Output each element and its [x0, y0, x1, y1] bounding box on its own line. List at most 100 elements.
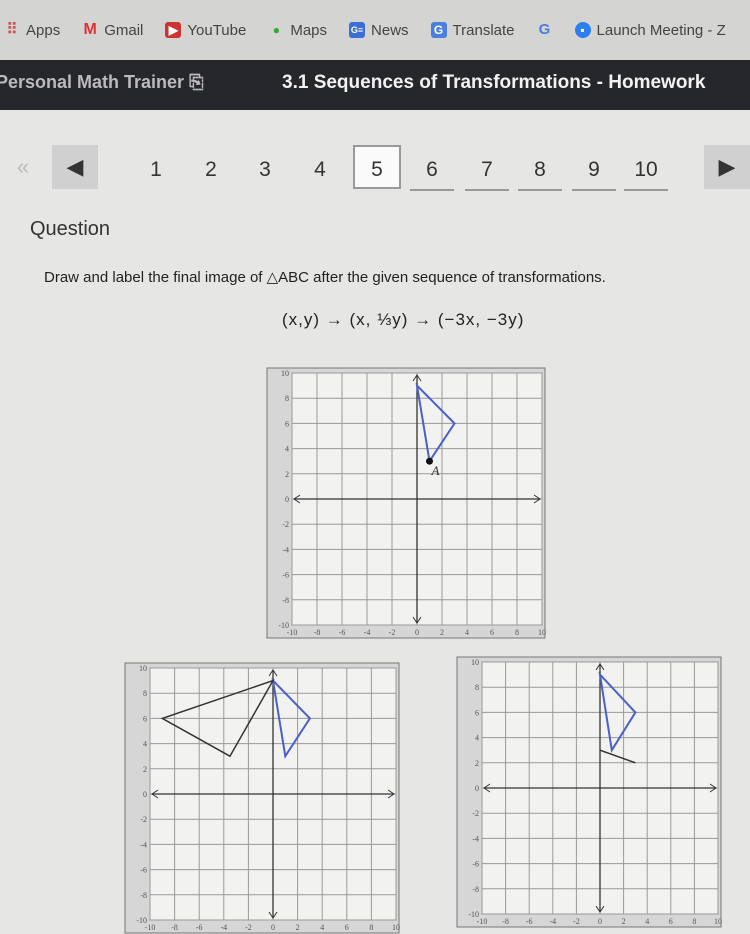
page-9[interactable]: 9	[572, 145, 616, 191]
page-6[interactable]: 6	[410, 145, 454, 191]
assignment-title: 3.1 Sequences of Transformations - Homew…	[282, 72, 706, 93]
x-tick-label: -4	[220, 923, 227, 932]
x-tick-label: 10	[538, 628, 546, 637]
y-tick-label: 10	[471, 658, 479, 667]
first-page-button[interactable]: «	[0, 145, 46, 189]
x-tick-label: 10	[392, 923, 400, 932]
x-tick-label: 2	[440, 628, 444, 637]
y-tick-label: -8	[472, 885, 479, 894]
page-4[interactable]: 4	[298, 145, 342, 189]
y-tick-label: -6	[140, 866, 147, 875]
y-tick-label: -6	[282, 571, 289, 580]
y-tick-label: 2	[143, 765, 147, 774]
y-tick-label: 8	[143, 689, 147, 698]
bookmark-youtube[interactable]: ▶ YouTube	[165, 22, 246, 39]
y-tick-label: -6	[472, 860, 479, 869]
y-tick-label: 10	[139, 664, 147, 673]
x-tick-label: 10	[714, 917, 722, 926]
x-tick-label: -2	[573, 917, 580, 926]
next-page-button[interactable]: ▶	[704, 145, 750, 189]
y-tick-label: 4	[143, 740, 147, 749]
page-2[interactable]: 2	[189, 145, 233, 189]
x-tick-label: -8	[314, 628, 321, 637]
page-3[interactable]: 3	[243, 145, 287, 189]
y-tick-label: 0	[143, 790, 147, 799]
question-prompt: Draw and label the final image of △ABC a…	[44, 269, 606, 286]
x-tick-label: 8	[515, 628, 519, 637]
x-tick-label: 6	[490, 628, 494, 637]
question-heading: Question	[30, 218, 111, 240]
translate-icon: G	[430, 22, 447, 38]
x-tick-label: 2	[622, 917, 626, 926]
x-tick-label: 8	[692, 917, 696, 926]
point-a-label: A	[431, 463, 440, 478]
y-tick-label: -8	[282, 596, 289, 605]
youtube-icon: ▶	[165, 22, 182, 38]
y-tick-label: -4	[472, 834, 479, 843]
x-tick-label: 6	[669, 917, 673, 926]
news-icon: G≡	[349, 22, 366, 38]
y-tick-label: -2	[140, 815, 147, 824]
y-tick-label: -10	[468, 910, 479, 919]
x-tick-label: -4	[364, 628, 371, 637]
x-tick-label: 4	[645, 917, 649, 926]
bookmarks-bar: ⠿ Apps M Gmail ▶ YouTube ● Maps G≡ News G Tran…	[0, 0, 750, 60]
y-tick-label: -8	[140, 891, 147, 900]
y-tick-label: 4	[285, 445, 289, 454]
y-tick-label: 4	[475, 734, 479, 743]
x-tick-label: 4	[320, 923, 324, 932]
x-tick-label: 8	[369, 923, 373, 932]
maps-pin-icon: ●	[272, 23, 280, 37]
gmail-icon: M	[83, 21, 97, 38]
bookmark-maps[interactable]: ● Maps	[268, 22, 327, 39]
x-tick-label: -2	[389, 628, 396, 637]
y-tick-label: 6	[285, 419, 289, 428]
bookmark-gmail[interactable]: M Gmail	[82, 21, 144, 39]
y-tick-label: -4	[282, 545, 289, 554]
y-tick-label: 2	[285, 470, 289, 479]
coordinate-graph[interactable]: -10 -8 -6 -4 -2 0 2 4 6 8 101086420-2-4-6-8-10A	[266, 367, 546, 639]
y-tick-label: 0	[285, 495, 289, 504]
y-tick-label: 8	[285, 394, 289, 403]
y-tick-label: 8	[475, 683, 479, 692]
zoom-icon: ▪	[574, 22, 591, 38]
question-pager: « ◀ 1 2 3 4 5 6 7 8 9 10 ▶	[0, 145, 750, 195]
page-10[interactable]: 10	[624, 145, 668, 191]
y-tick-label: -2	[282, 520, 289, 529]
x-tick-label: 6	[345, 923, 349, 932]
page-8[interactable]: 8	[518, 145, 562, 191]
bookmark-translate[interactable]: G Translate	[430, 22, 515, 39]
transformation-rule: (x,y) → (x, ⅓y) → (−3x, −3y)	[282, 310, 525, 329]
bookmark-apps[interactable]: ⠿ Apps	[4, 21, 61, 39]
bookmark-zoom[interactable]: ▪ Launch Meeting - Z	[574, 22, 726, 39]
x-tick-label: -6	[339, 628, 346, 637]
google-icon: G	[538, 21, 551, 38]
y-tick-label: 2	[475, 759, 479, 768]
x-tick-label: 0	[271, 923, 275, 932]
bookmark-news[interactable]: G≡ News	[349, 22, 409, 39]
page-5[interactable]: 5	[353, 145, 401, 189]
page-7[interactable]: 7	[465, 145, 509, 191]
title-bar: Personal Math Trainer ⎘ 3.1 Sequences of…	[0, 60, 750, 110]
prev-page-button[interactable]: ◀	[52, 145, 98, 189]
page-1[interactable]: 1	[134, 145, 178, 189]
x-tick-label: 0	[598, 917, 602, 926]
bookmark-google[interactable]: G	[537, 22, 553, 38]
y-tick-label: -10	[278, 621, 289, 630]
y-tick-label: -2	[472, 809, 479, 818]
answer-choice-2-graph[interactable]: -10 -8 -6 -4 -2 0 2 4 6 8 101086420-2-4-6-8-10	[456, 656, 722, 928]
x-tick-label: 4	[465, 628, 469, 637]
y-tick-label: 10	[281, 369, 289, 378]
y-tick-label: -4	[140, 840, 147, 849]
x-tick-label: -2	[245, 923, 252, 932]
app-name[interactable]: Personal Math Trainer ⎘	[0, 72, 203, 93]
x-tick-label: 2	[296, 923, 300, 932]
x-tick-label: -8	[502, 917, 509, 926]
x-tick-label: 0	[415, 628, 419, 637]
y-tick-label: -10	[136, 916, 147, 925]
x-tick-label: -6	[196, 923, 203, 932]
answer-choice-1-graph[interactable]: -10 -8 -6 -4 -2 0 2 4 6 8 101086420-2-4-6-8-10	[124, 662, 400, 934]
x-tick-label: -8	[171, 923, 178, 932]
external-icon: ⎘	[189, 72, 204, 92]
apps-grid-icon: ⠿	[6, 21, 18, 38]
